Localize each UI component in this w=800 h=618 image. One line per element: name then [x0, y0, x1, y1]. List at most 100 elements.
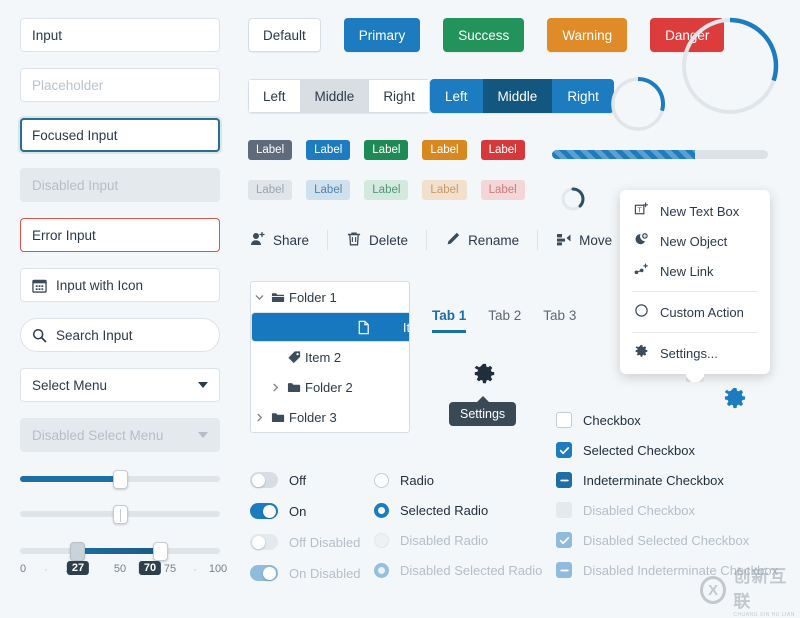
move-button[interactable]: Move: [554, 231, 614, 250]
radio-label: Radio: [400, 473, 434, 488]
menu-separator: [632, 291, 758, 292]
segment-middle[interactable]: Middle: [300, 79, 370, 113]
toggle-switch[interactable]: [250, 503, 278, 519]
checkbox-box[interactable]: [556, 472, 572, 488]
label-badge-subtle-green: Label: [364, 180, 409, 200]
input-search[interactable]: Search Input: [20, 318, 220, 352]
rename-button[interactable]: Rename: [443, 231, 521, 250]
default-button[interactable]: Default: [248, 18, 321, 52]
rename-button-label: Rename: [468, 232, 520, 248]
slider-plain[interactable]: [20, 505, 220, 524]
search-icon: [32, 328, 47, 343]
share-button[interactable]: Share: [248, 231, 311, 250]
folder-icon: [267, 410, 289, 425]
primary-button[interactable]: Primary: [343, 18, 421, 52]
switch-label: Off: [289, 472, 307, 488]
tree-node-folder-3[interactable]: Folder 3: [251, 402, 409, 432]
slider-tooltip-low: 27: [66, 561, 90, 575]
input-text[interactable]: Input: [20, 18, 220, 52]
segment-middle[interactable]: Middle: [482, 79, 553, 113]
watermark-main: 创新互联: [733, 567, 788, 611]
slider-range-fill: [76, 548, 160, 554]
checkbox-label: Checkbox: [583, 412, 641, 428]
delete-button-label: Delete: [369, 232, 409, 248]
segment-left[interactable]: Left: [248, 79, 301, 113]
watermark-text: 创新互联 CHUANG XIN HU LIAN: [733, 562, 800, 618]
success-button[interactable]: Success: [443, 18, 525, 52]
switch-on[interactable]: On: [250, 503, 361, 519]
radio-disabled: Disabled Radio: [374, 533, 542, 548]
tree-node-item-1[interactable]: Item 1: [251, 312, 409, 342]
menu-item-custom-action[interactable]: Custom Action: [620, 297, 770, 327]
tree-node-item-2[interactable]: Item 2: [251, 342, 409, 372]
slider-range[interactable]: 0 · 25 50 75 · 100 27 70: [19, 542, 227, 583]
label-badge-subtle-blue: Label: [306, 180, 351, 200]
segment-left[interactable]: Left: [430, 79, 483, 113]
slider-handle[interactable]: [113, 505, 128, 524]
tree-node-folder-1[interactable]: Folder 1: [251, 282, 409, 312]
radio-selected[interactable]: Selected Radio: [374, 503, 542, 518]
radio-button[interactable]: [374, 473, 389, 488]
tab-1[interactable]: Tab 1: [432, 308, 467, 333]
tab-2[interactable]: Tab 2: [488, 308, 521, 333]
slider-tick-0: 0: [19, 563, 27, 575]
move-icon: [556, 231, 572, 250]
chevron-right-icon[interactable]: [267, 383, 283, 392]
chevron-right-icon[interactable]: [251, 413, 267, 422]
radio-unselected[interactable]: Radio: [374, 473, 542, 488]
gear-icon[interactable]: [472, 363, 497, 390]
tree-node-folder-2[interactable]: Folder 2: [251, 372, 409, 402]
text-box-plus-icon: T: [634, 202, 649, 220]
input-focused[interactable]: Focused Input: [20, 118, 220, 152]
slider-handle-low[interactable]: [70, 542, 85, 561]
switch-label: On Disabled: [289, 565, 361, 581]
select-menu[interactable]: Select Menu: [20, 368, 220, 402]
delete-button[interactable]: Delete: [344, 231, 410, 250]
checkbox-unchecked[interactable]: Checkbox: [556, 412, 778, 428]
segment-right[interactable]: Right: [552, 79, 614, 113]
chevron-down-icon: [198, 382, 208, 388]
progress-bar-fill: [552, 150, 695, 159]
slider-fill: [20, 476, 120, 482]
radio-button[interactable]: [374, 503, 389, 518]
menu-item-new-object[interactable]: New Object: [620, 226, 770, 256]
input-error[interactable]: Error Input: [20, 218, 220, 252]
input-placeholder[interactable]: Placeholder: [20, 68, 220, 102]
toggle-switch[interactable]: [250, 472, 278, 488]
slider-tooltip-high: 70: [138, 561, 162, 575]
chevron-down-icon: [198, 432, 208, 438]
chevron-down-icon[interactable]: [251, 293, 267, 302]
slider-handle[interactable]: [113, 470, 128, 489]
button-row: Default Primary Success Warning Danger: [248, 18, 725, 52]
checkbox-indeterminate[interactable]: Indeterminate Checkbox: [556, 472, 778, 488]
checkbox-checked[interactable]: Selected Checkbox: [556, 442, 778, 458]
document-icon: [352, 320, 374, 335]
menu-item-new-text-box[interactable]: T New Text Box: [620, 196, 770, 226]
input-with-icon[interactable]: Input with Icon: [20, 268, 220, 302]
segment-right[interactable]: Right: [369, 79, 430, 113]
radio-label: Selected Radio: [400, 503, 489, 518]
radio-group: Radio Selected Radio Disabled Radio Disa…: [374, 473, 542, 578]
menu-item-settings[interactable]: Settings...: [620, 338, 770, 368]
switch-knob: [263, 504, 276, 518]
checkbox-box: [556, 502, 572, 518]
switch-off[interactable]: Off: [250, 472, 361, 488]
watermark-mark: X: [708, 581, 719, 599]
slider-single[interactable]: [20, 470, 220, 489]
toggle-switch: [250, 565, 278, 581]
menu-anchor-gear-button[interactable]: [722, 386, 748, 415]
radio-button: [374, 563, 389, 578]
menu-item-new-link[interactable]: New Link: [620, 256, 770, 286]
warning-button[interactable]: Warning: [547, 18, 628, 52]
checkbox-box[interactable]: [556, 442, 572, 458]
label-badge-gray: Label: [248, 140, 293, 160]
input-error-value: Error Input: [32, 227, 96, 243]
label-row-subtle: Label Label Label Label Label: [248, 180, 539, 200]
slider-handle-high[interactable]: [153, 542, 168, 561]
label-badge-blue: Label: [306, 140, 351, 160]
checkbox-box[interactable]: [556, 412, 572, 428]
settings-gear-button[interactable]: [472, 362, 497, 390]
menu-separator: [632, 332, 758, 333]
calendar-icon: [32, 278, 47, 293]
tab-3[interactable]: Tab 3: [543, 308, 576, 333]
